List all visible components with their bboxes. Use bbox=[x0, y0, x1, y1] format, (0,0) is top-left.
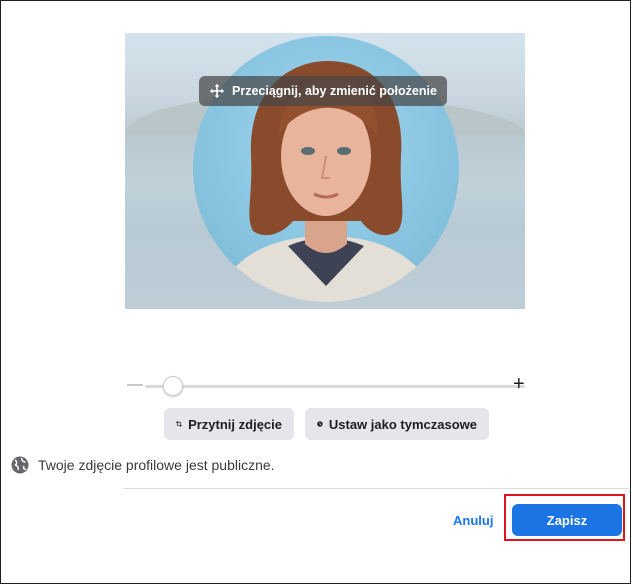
crop-photo-button[interactable]: Przytnij zdjęcie bbox=[164, 408, 294, 440]
crop-button-label: Przytnij zdjęcie bbox=[188, 416, 282, 432]
save-button-label: Zapisz bbox=[546, 512, 588, 528]
save-button[interactable]: Zapisz bbox=[512, 504, 622, 536]
privacy-notice: Twoje zdjęcie profilowe jest publiczne. bbox=[11, 456, 275, 474]
privacy-text: Twoje zdjęcie profilowe jest publiczne. bbox=[38, 457, 275, 473]
move-arrows-icon bbox=[210, 84, 224, 98]
zoom-track[interactable] bbox=[145, 385, 525, 388]
globe-icon bbox=[11, 456, 29, 474]
zoom-slider-handle[interactable] bbox=[163, 376, 184, 396]
zoom-slider[interactable]: — + bbox=[123, 373, 533, 397]
drag-hint-label: Przeciągnij, aby zmienić położenie bbox=[232, 84, 437, 98]
drag-to-reposition-hint: Przeciągnij, aby zmienić położenie bbox=[199, 76, 447, 106]
temporary-button-label: Ustaw jako tymczasowe bbox=[328, 416, 477, 432]
profile-photo-dialog: Przeciągnij, aby zmienić położenie — + P… bbox=[0, 0, 631, 584]
zoom-out-icon[interactable]: — bbox=[127, 377, 143, 393]
footer-divider bbox=[123, 488, 629, 489]
crop-icon bbox=[176, 420, 183, 428]
zoom-in-icon[interactable]: + bbox=[513, 374, 525, 394]
clock-icon bbox=[317, 421, 323, 427]
cancel-button[interactable]: Anuluj bbox=[453, 513, 493, 528]
set-temporary-button[interactable]: Ustaw jako tymczasowe bbox=[305, 408, 489, 440]
